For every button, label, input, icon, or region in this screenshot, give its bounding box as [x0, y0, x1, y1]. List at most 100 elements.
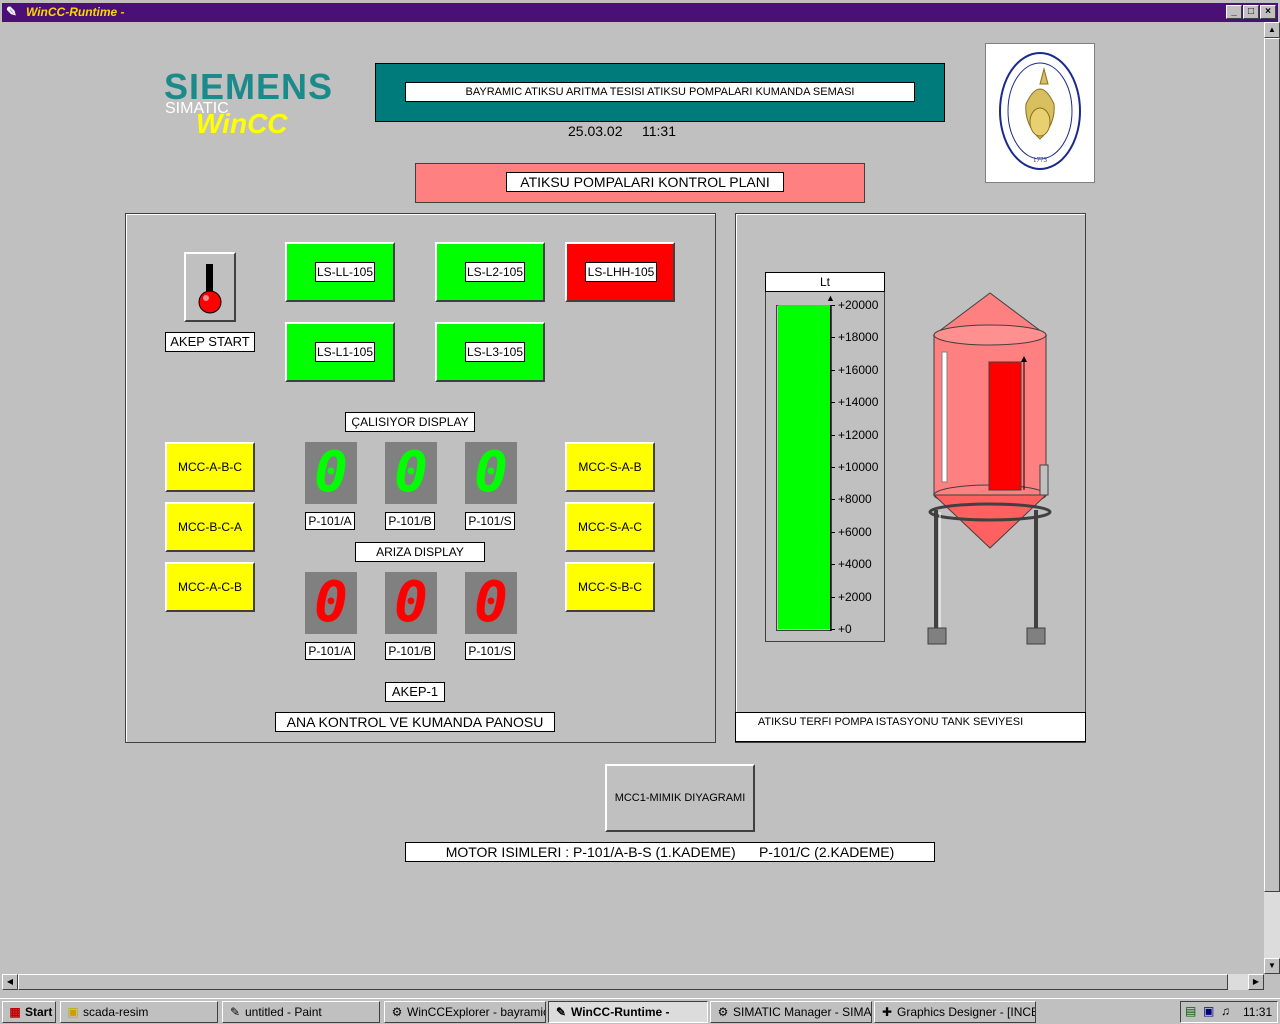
taskbar-item-label: untitled - Paint	[245, 1005, 322, 1019]
digit-value: 0	[394, 570, 428, 635]
taskbar-item-label: Graphics Designer - [INCE ...	[897, 1005, 1036, 1019]
sensor-ls-lhh-105[interactable]: LS-LHH-105	[565, 242, 675, 302]
level-scale-tick	[830, 337, 835, 338]
running-digit-b: 0	[385, 440, 437, 505]
minimize-button[interactable]: _	[1226, 5, 1242, 19]
mcc-a-c-b-button[interactable]: MCC-A-C-B	[165, 562, 255, 612]
close-button[interactable]: ×	[1260, 5, 1276, 19]
sensor-label: LS-L3-105	[465, 342, 525, 362]
running-digit-s: 0	[465, 440, 517, 505]
level-scale-label: +18000	[838, 330, 879, 344]
sensor-ls-l3-105[interactable]: LS-L3-105	[435, 322, 545, 382]
running-pump-b-label: P-101/B	[385, 512, 435, 530]
start-label: Start	[25, 1005, 53, 1019]
level-scale-tick	[830, 499, 835, 500]
level-scale-label: +4000	[838, 557, 872, 571]
digit-value: 0	[474, 570, 508, 635]
fault-pump-s-label: P-101/S	[465, 642, 515, 660]
mcc-s-a-c-button[interactable]: MCC-S-A-C	[565, 502, 655, 552]
wincc-runtime-window: ✎ WinCC-Runtime - _ □ × SIEMENS SIMATIC …	[0, 0, 1280, 998]
akep-start-label: AKEP START	[165, 332, 255, 352]
taskbar-item-graphics-designer[interactable]: ✚ Graphics Designer - [INCE ...	[874, 1001, 1036, 1023]
mcc-s-b-c-button[interactable]: MCC-S-B-C	[565, 562, 655, 612]
speaker-icon[interactable]: ♫	[1221, 1004, 1230, 1018]
motor-names-label: MOTOR ISIMLERI : P-101/A-B-S (1.KADEME) …	[405, 842, 935, 862]
clock[interactable]: 11:31	[1243, 1005, 1272, 1019]
running-pump-a-label: P-101/A	[305, 512, 355, 530]
tank-panel-title: ATIKSU TERFI POMPA ISTASYONU TANK SEVIYE…	[735, 712, 1086, 742]
sensor-ls-l2-105[interactable]: LS-L2-105	[435, 242, 545, 302]
header-title: BAYRAMIC ATIKSU ARITMA TESISI ATIKSU POM…	[405, 82, 915, 102]
level-scale-tick	[830, 532, 835, 533]
horizontal-scroll-thumb[interactable]	[18, 974, 1228, 990]
level-scale-tick	[830, 402, 835, 403]
level-scale-arrow-icon: ▲	[826, 293, 835, 303]
scroll-up-icon[interactable]: ▲	[1264, 22, 1280, 38]
taskbar-item-wincc-explorer[interactable]: ⚙ WinCCExplorer - bayramic ...	[384, 1001, 546, 1023]
level-scale-label: +6000	[838, 525, 872, 539]
fault-display-label: ARIZA DISPLAY	[355, 542, 485, 562]
header-date: 25.03.02	[568, 123, 623, 139]
level-scale-label: +2000	[838, 590, 872, 604]
taskbar-item-paint[interactable]: ✎ untitled - Paint	[222, 1001, 380, 1023]
sensor-ls-l1-105[interactable]: LS-L1-105	[285, 322, 395, 382]
simatic-icon: ⚙	[717, 1005, 729, 1019]
start-button[interactable]: ▦ Start	[2, 1001, 56, 1023]
level-scale-tick	[830, 564, 835, 565]
level-scale-tick	[830, 435, 835, 436]
running-digit-a: 0	[305, 440, 357, 505]
level-scale-label: +0	[838, 622, 852, 636]
header-time: 11:31	[642, 123, 676, 139]
wincc-runtime-icon: ✎	[555, 1005, 567, 1019]
level-bar-fill	[778, 305, 830, 629]
vertical-scrollbar[interactable]: ▲ ▼	[1264, 22, 1280, 974]
level-scale-label: +10000	[838, 460, 879, 474]
level-scale-label: +8000	[838, 492, 872, 506]
sensor-label: LS-LHH-105	[585, 262, 657, 282]
level-scale-label: +12000	[838, 428, 879, 442]
fault-digit-s: 0	[465, 570, 517, 635]
mcc1-mimic-diagram-button[interactable]: MCC1-MIMIK DIYAGRAMI	[605, 764, 755, 832]
fault-digit-a: 0	[305, 570, 357, 635]
mcc-s-a-b-button[interactable]: MCC-S-A-B	[565, 442, 655, 492]
scroll-left-icon[interactable]: ◀	[2, 974, 18, 990]
system-tray: ▤ ▣ ♫ 11:31	[1180, 1001, 1278, 1023]
svg-text:1773: 1773	[1033, 156, 1048, 164]
wincc-icon: ⚙	[391, 1005, 403, 1019]
digit-value: 0	[474, 440, 508, 505]
akep-1-label: AKEP-1	[385, 682, 445, 702]
university-logo: 1773	[985, 43, 1095, 183]
horizontal-scrollbar[interactable]: ◀ ▶	[2, 974, 1264, 990]
fault-pump-b-label: P-101/B	[385, 642, 435, 660]
mcc-b-c-a-button[interactable]: MCC-B-C-A	[165, 502, 255, 552]
network-icon[interactable]: ▤	[1185, 1004, 1196, 1018]
window-title: WinCC-Runtime -	[26, 5, 125, 19]
paint-icon: ✎	[229, 1005, 241, 1019]
folder-icon: ▣	[67, 1005, 79, 1019]
sensor-label: LS-LL-105	[315, 262, 375, 282]
windows-logo-icon: ▦	[9, 1005, 21, 1019]
mcc-a-b-c-button[interactable]: MCC-A-B-C	[165, 442, 255, 492]
running-pump-s-label: P-101/S	[465, 512, 515, 530]
taskbar-item-simatic-manager[interactable]: ⚙ SIMATIC Manager - SIMA...	[710, 1001, 872, 1023]
sensor-ls-ll-105[interactable]: LS-LL-105	[285, 242, 395, 302]
level-scale-tick	[830, 305, 835, 306]
level-scale-label: +16000	[838, 363, 879, 377]
scroll-right-icon[interactable]: ▶	[1248, 974, 1264, 990]
sensor-label: LS-L1-105	[315, 342, 375, 362]
taskbar-item-scada-resim[interactable]: ▣ scada-resim	[60, 1001, 218, 1023]
level-gauge: Lt ▲ +20000 +18000 +16000 +14000 +12000 +1000…	[765, 272, 885, 642]
level-scale-line	[830, 305, 831, 631]
monitor-icon[interactable]: ▣	[1203, 1004, 1214, 1018]
wincc-label: WinCC	[196, 108, 288, 139]
title-bar[interactable]: ✎ WinCC-Runtime - _ □ ×	[2, 3, 1278, 22]
control-panel-title: ANA KONTROL VE KUMANDA PANOSU	[275, 712, 555, 732]
scroll-down-icon[interactable]: ▼	[1264, 958, 1280, 974]
taskbar-item-label: scada-resim	[83, 1005, 149, 1019]
wincc-app-icon: ✎	[6, 4, 17, 19]
taskbar-item-wincc-runtime[interactable]: ✎ WinCC-Runtime -	[548, 1001, 708, 1023]
fault-pump-a-label: P-101/A	[305, 642, 355, 660]
vertical-scroll-thumb[interactable]	[1264, 38, 1280, 892]
akep-start-switch[interactable]	[184, 252, 236, 322]
maximize-button[interactable]: □	[1243, 5, 1259, 19]
